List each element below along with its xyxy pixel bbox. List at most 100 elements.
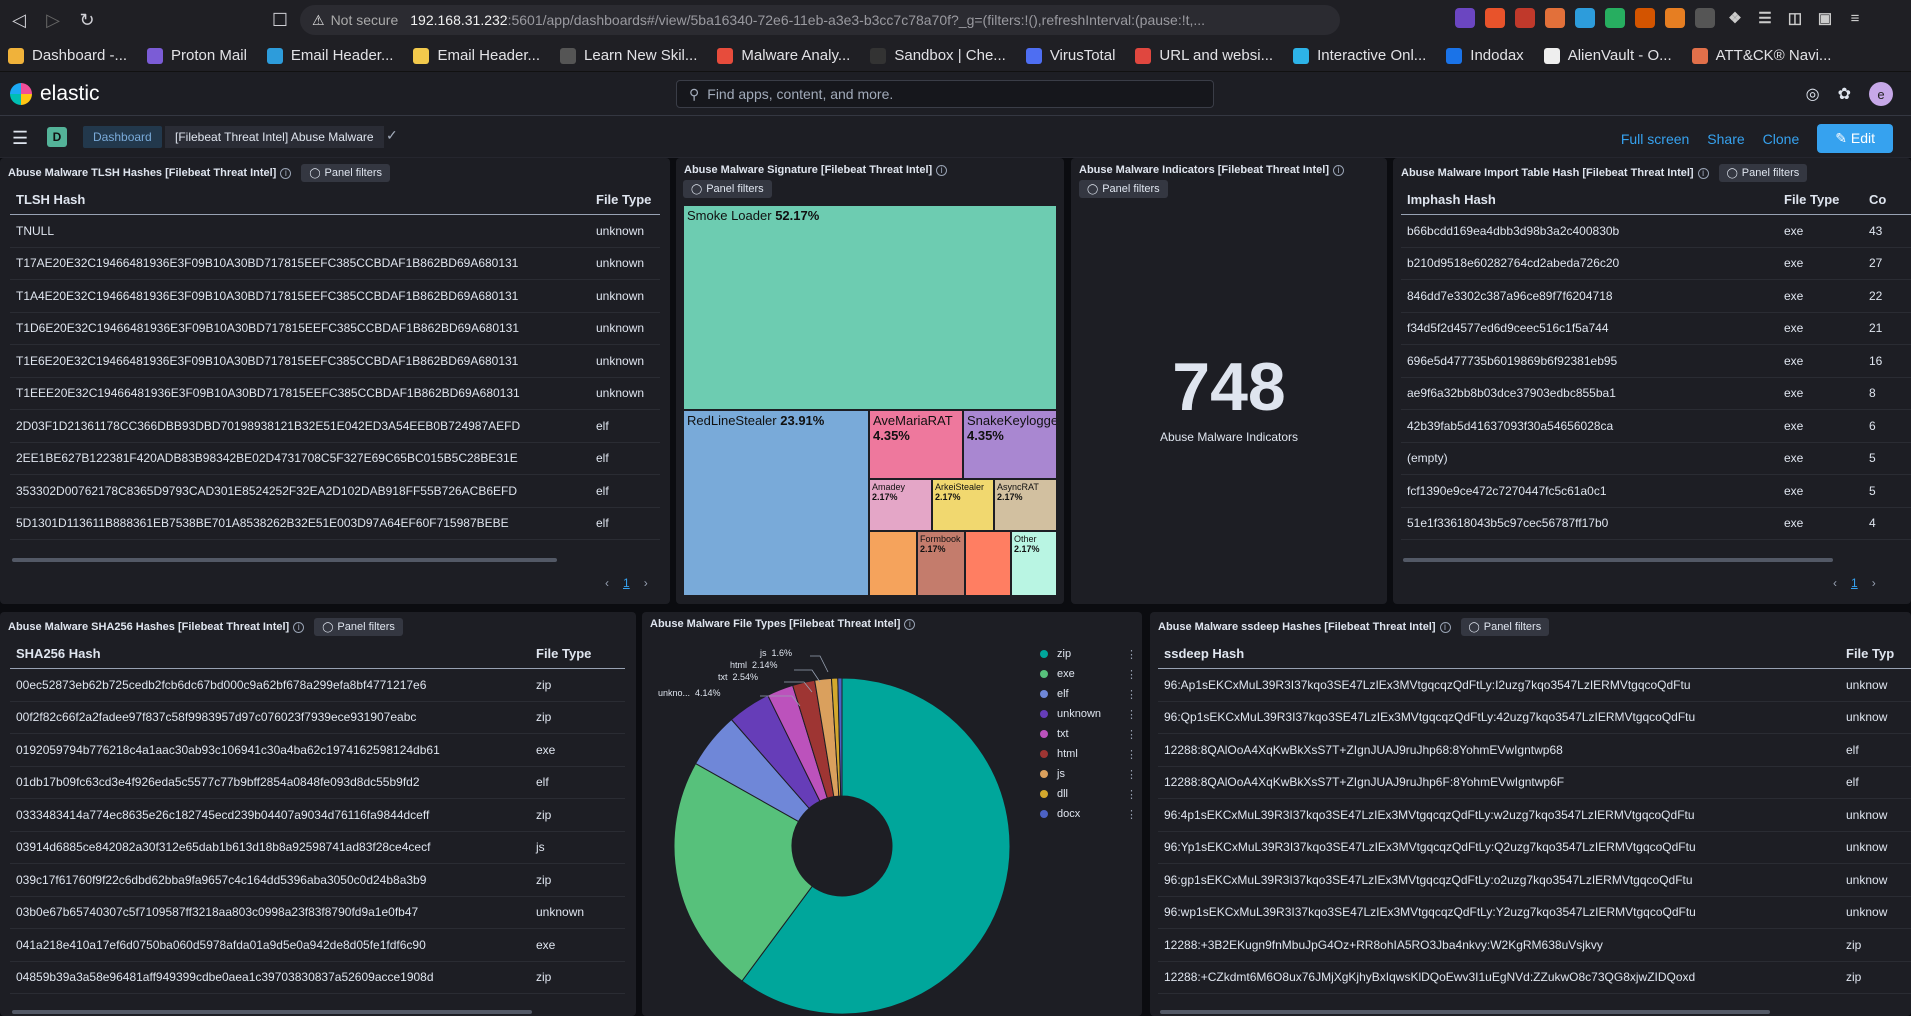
table-row[interactable]: 353302D00762178C8365D9793CAD301E8524252F… [10,475,660,508]
table-row[interactable]: 96:4p1sEKCxMuL39R3I37kqo3SE47LzIEx3MVtgq… [1158,799,1911,832]
legend-item[interactable]: exe ⋮ [1040,664,1137,684]
treemap-cell[interactable]: ArkeiStealer 2.17% [932,479,994,531]
treemap-cell[interactable]: AveMariaRAT 4.35% [869,410,963,479]
extension-icon[interactable] [1485,8,1505,28]
horizontal-scrollbar[interactable] [12,1010,532,1014]
legend-item[interactable]: js ⋮ [1040,764,1137,784]
breadcrumb-dashboard[interactable]: Dashboard [83,126,162,148]
extension-icon[interactable] [1665,8,1685,28]
table-row[interactable]: 12288:+CZkdmt6M6O8ux76JMjXgKjhyBxIqwsKlD… [1158,962,1911,994]
table-row[interactable]: T1E6E20E32C19466481936E3F09B10A30BD71781… [10,345,660,378]
table-row[interactable]: 2D03F1D21361178CC366DBB93DBD70198938121B… [10,410,660,443]
treemap-cell[interactable]: Formbook 2.17% [917,531,965,596]
table-row[interactable]: T1D6E20E32C19466481936E3F09B10A30BD71781… [10,313,660,345]
legend-item[interactable]: html ⋮ [1040,744,1137,764]
clone-button[interactable]: Clone [1763,131,1800,147]
legend-options-icon[interactable]: ⋮ [1126,808,1137,821]
table-row[interactable]: 03914d6885ce842082a30f312e65dab1b613d18b… [10,832,625,864]
bookmark-item[interactable]: ATT&CK® Navi... [1691,47,1831,64]
puzzle-icon[interactable]: ❖ [1725,8,1745,28]
extension-icon[interactable] [1455,8,1475,28]
table-row[interactable]: 96:wp1sEKCxMuL39R3I37kqo3SE47LzIEx3MVtgq… [1158,897,1911,929]
table-row[interactable]: f34d5f2d4577ed6d9ceec516c1f5a744 exe 21 [1401,313,1911,345]
table-row[interactable]: 03b0e67b65740307c5f7109587ff3218aa803c09… [10,897,625,929]
horizontal-scrollbar[interactable] [12,558,557,562]
table-row[interactable]: fcf1390e9ce472c7270447fc5c61a0c1 exe 5 [1401,475,1911,508]
table-row[interactable]: 96:gp1sEKCxMuL39R3I37kqo3SE47LzIEx3MVtgq… [1158,864,1911,897]
avatar[interactable]: e [1869,82,1893,106]
table-row[interactable]: 96:Ap1sEKCxMuL39R3I37kqo3SE47LzIEx3MVtgq… [1158,669,1911,702]
page-number[interactable]: 1 [1851,576,1858,590]
bookmark-item[interactable]: Indodax [1446,47,1524,64]
table-row[interactable]: b210d9518e60282764cd2abeda726c20 exe 27 [1401,248,1911,280]
extension-icon[interactable] [1605,8,1625,28]
legend-options-icon[interactable]: ⋮ [1126,728,1137,741]
table-row[interactable]: 846dd7e3302c387a96ce89f7f6204718 exe 22 [1401,280,1911,313]
bookmark-icon[interactable]: ☐ [263,3,297,37]
legend-options-icon[interactable]: ⋮ [1126,768,1137,781]
legend-item[interactable]: zip ⋮ [1040,644,1137,664]
extension-icon[interactable] [1545,8,1565,28]
share-button[interactable]: Share [1707,131,1744,147]
legend-options-icon[interactable]: ⋮ [1126,708,1137,721]
menu-icon[interactable]: ≡ [1845,8,1865,28]
treemap-cell[interactable]: Other 2.17% [1011,531,1057,596]
sidebar-icon[interactable]: ◫ [1785,8,1805,28]
newsfeed-icon[interactable]: ✿ [1838,84,1851,104]
legend-item[interactable]: dll ⋮ [1040,784,1137,804]
next-page-icon[interactable]: › [644,576,648,590]
table-row[interactable]: 00ec52873eb62b725cedb2fcb6dc67bd000c9a62… [10,669,625,702]
table-row[interactable]: 696e5d477735b6019869b6f92381eb95 exe 16 [1401,345,1911,378]
global-search-input[interactable]: ⚲ Find apps, content, and more. [676,80,1214,108]
reload-icon[interactable]: ↻ [70,3,104,37]
url-bar[interactable]: ⚠ Not secure 192.168.31.232 :5601/app/da… [300,5,1340,35]
help-icon[interactable]: ◎ [1806,84,1820,104]
table-row[interactable]: T17AE20E32C19466481936E3F09B10A30BD71781… [10,248,660,280]
table-row[interactable]: 0333483414a774ec8635e26c182745ecd239b044… [10,799,625,832]
column-header-file-type[interactable]: File Type [1778,192,1863,207]
wallet-icon[interactable]: ▣ [1815,8,1835,28]
table-row[interactable]: 01db17b09fc63cd3e4f926eda5c5577c77b9bff2… [10,767,625,799]
info-icon[interactable]: i [1697,167,1709,179]
bookmark-item[interactable]: Learn New Skil... [560,47,697,64]
info-icon[interactable]: i [1439,621,1451,633]
table-row[interactable]: 0192059794b776218c4a1aac30ab93c106941c30… [10,734,625,767]
legend-options-icon[interactable]: ⋮ [1126,748,1137,761]
table-row[interactable]: ae9f6a32bb8b03dce37903edbc855ba1 exe 8 [1401,378,1911,410]
horizontal-scrollbar[interactable] [1403,558,1833,562]
menu-toggle-icon[interactable]: ☰ [12,128,28,149]
table-row[interactable]: 5D1301D113611B888361EB7538BE701A8538262B… [10,508,660,540]
extension-icon[interactable] [1515,8,1535,28]
table-row[interactable]: 12288:8QAlOoA4XqKwBkXsS7T+ZIgnJUAJ9ruJhp… [1158,734,1911,767]
space-avatar[interactable]: D [47,127,67,147]
page-number[interactable]: 1 [623,576,630,590]
panel-filters-button[interactable]: ◯ Panel filters [1079,180,1168,198]
edit-button[interactable]: ✎ Edit [1817,124,1893,153]
legend-item[interactable]: docx ⋮ [1040,804,1137,824]
panel-filters-button[interactable]: ◯ Panel filters [1460,618,1550,636]
horizontal-scrollbar[interactable] [1160,1010,1770,1014]
table-row[interactable]: 51e1f33618043b5c97cec56787ff17b0 exe 4 [1401,508,1911,540]
panel-filters-button[interactable]: ◯ Panel filters [683,180,772,198]
chevron-check-icon[interactable]: ✓ [386,127,398,144]
table-row[interactable]: 2EE1BE627B122381F420ADB83B98342BE02D4731… [10,443,660,475]
column-header-count[interactable]: Co [1863,192,1911,207]
extension-icon[interactable] [1635,8,1655,28]
panel-filters-button[interactable]: ◯ Panel filters [314,618,403,636]
column-header-ssdeep[interactable]: ssdeep Hash [1158,646,1840,661]
info-icon[interactable]: i [293,621,305,633]
info-icon[interactable]: i [1333,164,1344,176]
treemap-cell[interactable]: RedLineStealer 23.91% [683,410,869,596]
column-header-file-type[interactable]: File Type [530,646,625,661]
table-row[interactable]: 04859b39a3a58e96481aff949399cdbe0aea1c39… [10,962,625,994]
table-row[interactable]: b66bcdd169ea4dbb3d98b3a2c400830b exe 43 [1401,215,1911,248]
legend-item[interactable]: elf ⋮ [1040,684,1137,704]
table-row[interactable]: 96:Qp1sEKCxMuL39R3I37kqo3SE47LzIEx3MVtgq… [1158,702,1911,734]
legend-options-icon[interactable]: ⋮ [1126,648,1137,661]
table-row[interactable]: T1A4E20E32C19466481936E3F09B10A30BD71781… [10,280,660,313]
table-row[interactable]: 96:Yp1sEKCxMuL39R3I37kqo3SE47LzIEx3MVtgq… [1158,832,1911,864]
panel-filters-button[interactable]: ◯ Panel filters [1718,164,1808,182]
treemap-cell[interactable] [965,531,1011,596]
legend-item[interactable]: unknown ⋮ [1040,704,1137,724]
bookmark-item[interactable]: Email Header... [413,47,540,64]
